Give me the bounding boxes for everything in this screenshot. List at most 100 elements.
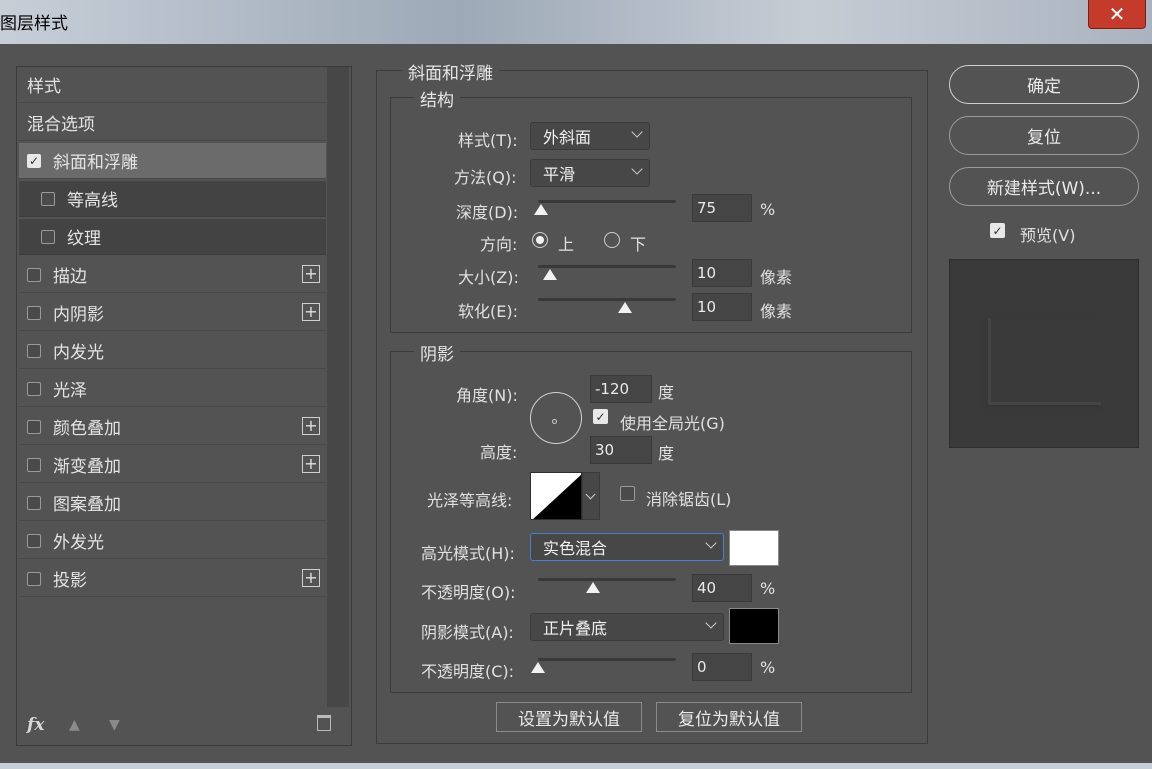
- style-value: 外斜面: [543, 128, 592, 147]
- sidebar-item-label: 外发光: [53, 533, 104, 553]
- slider-thumb[interactable]: [543, 269, 558, 280]
- highlight-opacity-slider[interactable]: [538, 578, 676, 593]
- add-effect-icon[interactable]: +: [302, 455, 320, 473]
- shadow-opacity-input[interactable]: 0: [692, 653, 752, 681]
- preview-checkbox[interactable]: ✓: [990, 223, 1005, 238]
- altitude-unit: 度: [658, 444, 675, 463]
- move-up-icon[interactable]: ▲: [69, 717, 80, 733]
- sidebar-item[interactable]: 内阴影 +: [19, 295, 326, 331]
- shadow-mode-dropdown[interactable]: 正片叠底: [530, 613, 724, 641]
- sidebar-item-checkbox[interactable]: [41, 229, 55, 244]
- direction-up-label: 上: [558, 235, 575, 254]
- shading-title: 阴影: [414, 340, 460, 365]
- reset-default-button[interactable]: 复位为默认值: [656, 702, 802, 732]
- sidebar-item[interactable]: 等高线: [19, 181, 326, 217]
- trash-icon[interactable]: [317, 715, 331, 731]
- angle-dial[interactable]: [530, 392, 582, 444]
- reset-button[interactable]: 复位: [949, 116, 1139, 155]
- style-label: 样式(T):: [458, 131, 518, 150]
- add-effect-icon[interactable]: +: [302, 569, 320, 587]
- sidebar-item-checkbox[interactable]: [27, 533, 41, 548]
- sidebar-item[interactable]: 投影 +: [19, 561, 326, 597]
- add-effect-icon[interactable]: +: [302, 417, 320, 435]
- sidebar-item-checkbox[interactable]: [27, 381, 41, 396]
- window-title: 图层样式: [0, 14, 68, 34]
- fx-icon[interactable]: fx: [27, 715, 44, 735]
- sidebar-item[interactable]: 内发光: [19, 333, 326, 369]
- sidebar-item-checkbox[interactable]: [41, 191, 55, 206]
- style-dropdown[interactable]: 外斜面: [530, 122, 650, 150]
- highlight-color-swatch[interactable]: [729, 530, 779, 566]
- slider-thumb[interactable]: [617, 302, 632, 313]
- highlight-mode-value: 实色混合: [543, 539, 608, 558]
- sidebar-item[interactable]: 混合选项: [19, 105, 326, 141]
- technique-dropdown[interactable]: 平滑: [530, 159, 650, 187]
- shadow-opacity-slider[interactable]: [531, 658, 676, 673]
- sidebar-item-checkbox[interactable]: [27, 495, 41, 510]
- list-scrollbar[interactable]: [327, 67, 349, 707]
- sidebar-item-label: 投影: [53, 571, 87, 591]
- styles-list-panel: 样式 混合选项 ✓ 斜面和浮雕 等高线纹理描边 + 内阴影 + 内发光光泽颜色叠加 + 渐变叠加 + 图…: [16, 66, 352, 746]
- highlight-mode-dropdown[interactable]: 实色混合: [530, 533, 724, 561]
- sidebar-item[interactable]: 光泽: [19, 371, 326, 407]
- soften-unit: 像素: [760, 302, 793, 321]
- close-button[interactable]: ✕: [1088, 0, 1146, 29]
- size-input[interactable]: 10: [692, 259, 752, 287]
- sidebar-item[interactable]: 样式: [19, 67, 326, 103]
- altitude-input[interactable]: 30: [590, 436, 652, 464]
- add-effect-icon[interactable]: +: [302, 303, 320, 321]
- sidebar-item-label: 光泽: [53, 381, 87, 401]
- check-icon: ✓: [992, 223, 1003, 238]
- depth-slider[interactable]: [533, 200, 676, 215]
- sidebar-item-label: 纹理: [67, 229, 101, 249]
- sidebar-item-checkbox[interactable]: [27, 419, 41, 434]
- angle-input[interactable]: -120: [590, 375, 652, 403]
- sidebar-item-checkbox[interactable]: [27, 457, 41, 472]
- chevron-down-icon: [705, 537, 717, 549]
- slider-track: [538, 265, 676, 268]
- chevron-down-icon: [631, 126, 643, 138]
- sidebar-item-checkbox[interactable]: ✓: [27, 153, 41, 168]
- sidebar-item-checkbox[interactable]: [27, 343, 41, 358]
- add-effect-icon[interactable]: +: [302, 265, 320, 283]
- sidebar-item[interactable]: 颜色叠加 +: [19, 409, 326, 445]
- chevron-down-icon: [631, 163, 643, 175]
- sidebar-item[interactable]: 纹理: [19, 219, 326, 255]
- set-default-button[interactable]: 设置为默认值: [496, 702, 642, 732]
- slider-thumb[interactable]: [531, 662, 545, 673]
- sidebar-item[interactable]: ✓ 斜面和浮雕: [19, 143, 326, 179]
- size-slider[interactable]: [538, 265, 676, 280]
- size-unit: 像素: [760, 268, 793, 287]
- slider-thumb[interactable]: [533, 204, 548, 215]
- check-icon: ✓: [595, 409, 606, 424]
- move-down-icon[interactable]: ▼: [109, 717, 120, 733]
- direction-down-radio[interactable]: [604, 232, 620, 248]
- sidebar-item[interactable]: 渐变叠加 +: [19, 447, 326, 483]
- chevron-down-icon: [705, 617, 717, 629]
- direction-up-radio[interactable]: [532, 232, 548, 248]
- preview-label: 预览(V): [1020, 226, 1076, 245]
- gloss-contour-thumbnail[interactable]: [530, 472, 582, 520]
- sidebar-item[interactable]: 描边 +: [19, 257, 326, 293]
- new-style-button[interactable]: 新建样式(W)...: [949, 167, 1139, 206]
- highlight-opacity-input[interactable]: 40: [692, 574, 752, 602]
- technique-value: 平滑: [543, 165, 576, 184]
- soften-input[interactable]: 10: [692, 293, 752, 321]
- direction-down-label: 下: [630, 235, 647, 254]
- contour-curve-icon: [533, 474, 581, 519]
- sidebar-item-checkbox[interactable]: [27, 305, 41, 320]
- slider-track: [538, 200, 676, 203]
- sidebar-item[interactable]: 图案叠加: [19, 485, 326, 521]
- sidebar-item-checkbox[interactable]: [27, 267, 41, 282]
- sidebar-item-checkbox[interactable]: [27, 571, 41, 586]
- sidebar-item[interactable]: 外发光: [19, 523, 326, 559]
- shadow-color-swatch[interactable]: [729, 608, 779, 644]
- gloss-contour-dropdown[interactable]: [582, 472, 600, 520]
- ok-button[interactable]: 确定: [949, 65, 1139, 104]
- anti-alias-checkbox[interactable]: [620, 486, 635, 501]
- soften-slider[interactable]: [538, 298, 676, 313]
- depth-input[interactable]: 75: [692, 194, 752, 222]
- global-light-checkbox[interactable]: ✓: [593, 409, 608, 424]
- slider-thumb[interactable]: [586, 582, 601, 593]
- sidebar-item-label: 渐变叠加: [53, 457, 121, 477]
